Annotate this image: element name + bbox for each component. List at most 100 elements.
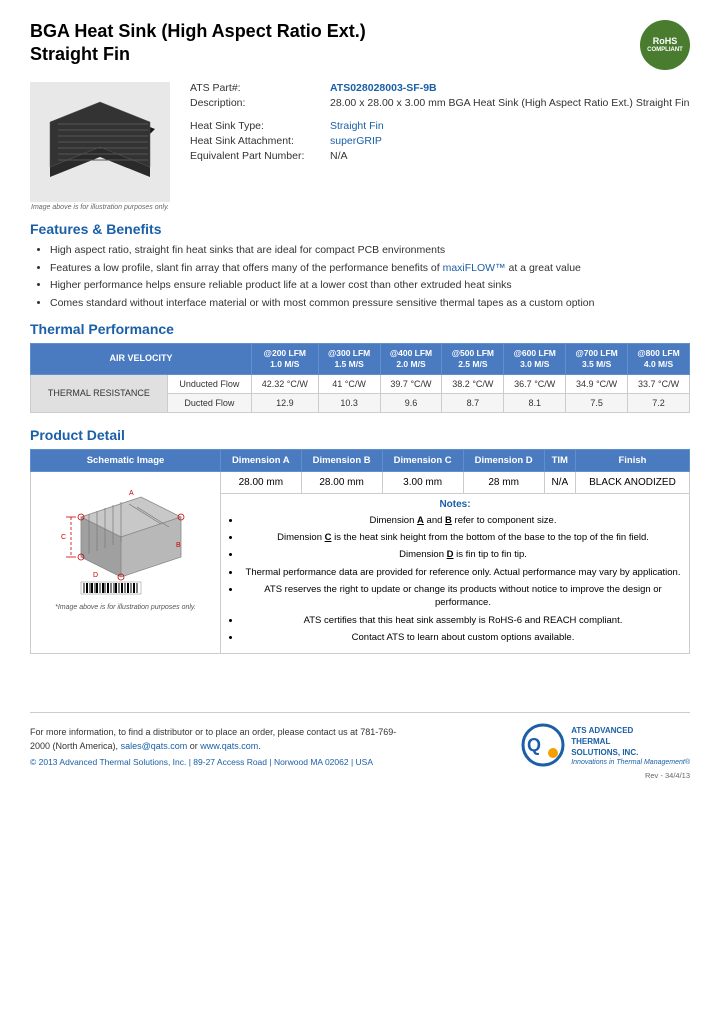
thermal-resistance-label: THERMAL RESISTANCE [31,374,168,412]
col-500lfm: @500 LFM2.5 M/S [442,343,504,374]
attachment-row: Heat Sink Attachment: superGRIP [190,135,690,147]
ducted-label: Ducted Flow [167,393,251,412]
unducted-200: 42.32 °C/W [251,374,318,393]
svg-text:D: D [93,572,98,579]
ats-company-info: ATS ADVANCEDTHERMALSOLUTIONS, INC. Innov… [571,725,690,766]
col-dim-a: Dimension A [221,449,302,471]
ducted-200: 12.9 [251,393,318,412]
notes-title: Notes: [225,499,685,510]
col-600lfm: @600 LFM3.0 M/S [504,343,566,374]
svg-text:B: B [176,542,181,549]
unducted-700: 34.9 °C/W [566,374,628,393]
dim-d-value: 28 mm [463,471,544,493]
note-5: ATS reserves the right to update or chan… [241,583,685,610]
feature-item-3: Higher performance helps ensure reliable… [50,278,690,293]
footer-contact-text: For more information, to find a distribu… [30,726,410,753]
col-finish: Finish [575,449,689,471]
unducted-500: 38.2 °C/W [442,374,504,393]
ats-logo-svg: Q [521,723,565,767]
footer-or: or [190,741,198,751]
ats-tagline: Innovations in Thermal Management® [571,759,690,766]
page: BGA Heat Sink (High Aspect Ratio Ext.) S… [0,0,720,1012]
rohs-compliant-text: COMPLIANT [647,47,683,54]
product-detail-title: Product Detail [30,427,690,443]
notes-cell: Notes: Dimension A and B refer to compon… [221,493,690,653]
product-info-section: Image above is for illustration purposes… [30,82,690,211]
description-row: Description: 28.00 x 28.00 x 3.00 mm BGA… [190,97,690,109]
unducted-label: Unducted Flow [167,374,251,393]
part-label: ATS Part#: [190,82,330,94]
thermal-performance-title: Thermal Performance [30,321,690,337]
part-number-value: ATS028028003-SF-9B [330,82,437,94]
ducted-700: 7.5 [566,393,628,412]
product-title-text: BGA Heat Sink (High Aspect Ratio Ext.) S… [30,20,366,67]
svg-text:Q: Q [527,735,541,755]
footer-email[interactable]: sales@qats.com [121,741,188,751]
feature-item-2: Features a low profile, slant fin array … [50,261,690,276]
header-area: BGA Heat Sink (High Aspect Ratio Ext.) S… [30,20,690,70]
notes-list: Dimension A and B refer to component siz… [225,514,685,644]
note-2: Dimension C is the heat sink height from… [241,531,685,544]
dim-b-value: 28.00 mm [301,471,382,493]
ducted-500: 8.7 [442,393,504,412]
heat-sink-illustration [40,92,160,192]
thermal-table-header-row: AIR VELOCITY @200 LFM1.0 M/S @300 LFM1.5… [31,343,690,374]
svg-text:A: A [129,490,134,497]
col-dim-b: Dimension B [301,449,382,471]
schematic-image-cell: C A B D [31,471,221,653]
dimensions-row: C A B D [31,471,690,493]
unducted-600: 36.7 °C/W [504,374,566,393]
features-list: High aspect ratio, straight fin heat sin… [30,243,690,311]
title-line2: Straight Fin [30,44,130,64]
attachment-value: superGRIP [330,135,382,147]
product-image-box [30,82,170,202]
col-400lfm: @400 LFM2.0 M/S [380,343,442,374]
footer-left: For more information, to find a distribu… [30,726,410,767]
heat-sink-type-value: Straight Fin [330,120,384,132]
thermal-performance-section: Thermal Performance AIR VELOCITY @200 LF… [30,321,690,413]
col-tim: TIM [544,449,575,471]
col-200lfm: @200 LFM1.0 M/S [251,343,318,374]
col-schematic: Schematic Image [31,449,221,471]
col-700lfm: @700 LFM3.5 M/S [566,343,628,374]
col-300lfm: @300 LFM1.5 M/S [318,343,380,374]
schematic-svg: C A B D [51,477,201,597]
part-number-row: ATS Part#: ATS028028003-SF-9B [190,82,690,94]
schematic-note: *Image above is for illustration purpose… [35,604,216,611]
ats-company-name: ATS ADVANCEDTHERMALSOLUTIONS, INC. [571,725,690,759]
features-section: Features & Benefits High aspect ratio, s… [30,221,690,311]
equiv-part-value: N/A [330,150,348,162]
equiv-part-row: Equivalent Part Number: N/A [190,150,690,162]
dim-c-value: 3.00 mm [382,471,463,493]
feature-item-4: Comes standard without interface materia… [50,296,690,311]
footer-copyright: © 2013 Advanced Thermal Solutions, Inc. … [30,757,410,767]
attachment-label: Heat Sink Attachment: [190,135,330,147]
air-velocity-header: AIR VELOCITY [31,343,252,374]
unducted-400: 39.7 °C/W [380,374,442,393]
feature-item-1: High aspect ratio, straight fin heat sin… [50,243,690,258]
product-title: BGA Heat Sink (High Aspect Ratio Ext.) S… [30,20,366,67]
col-dim-d: Dimension D [463,449,544,471]
svg-text:C: C [61,534,66,541]
product-detail-table: Schematic Image Dimension A Dimension B … [30,449,690,654]
description-value: 28.00 x 28.00 x 3.00 mm BGA Heat Sink (H… [330,97,690,109]
title-line1: BGA Heat Sink (High Aspect Ratio Ext.) [30,21,366,41]
ducted-300: 10.3 [318,393,380,412]
unducted-800: 33.7 °C/W [628,374,690,393]
description-label: Description: [190,97,330,109]
image-note: Image above is for illustration purposes… [30,204,170,211]
ducted-800: 7.2 [628,393,690,412]
note-4: Thermal performance data are provided fo… [241,566,685,579]
footer-website[interactable]: www.qats.com [200,741,258,751]
equiv-part-label: Equivalent Part Number: [190,150,330,162]
ducted-600: 8.1 [504,393,566,412]
col-800lfm: @800 LFM4.0 M/S [628,343,690,374]
detail-header-row: Schematic Image Dimension A Dimension B … [31,449,690,471]
contact-text: For more information, to find a distribu… [30,727,358,737]
note-7: Contact ATS to learn about custom option… [241,631,685,644]
ats-logo-area: Q ATS ADVANCEDTHERMALSOLUTIONS, INC. Inn… [521,723,690,767]
heat-sink-type-row: Heat Sink Type: Straight Fin [190,120,690,132]
unducted-flow-row: THERMAL RESISTANCE Unducted Flow 42.32 °… [31,374,690,393]
heat-sink-type-label: Heat Sink Type: [190,120,330,132]
unducted-300: 41 °C/W [318,374,380,393]
